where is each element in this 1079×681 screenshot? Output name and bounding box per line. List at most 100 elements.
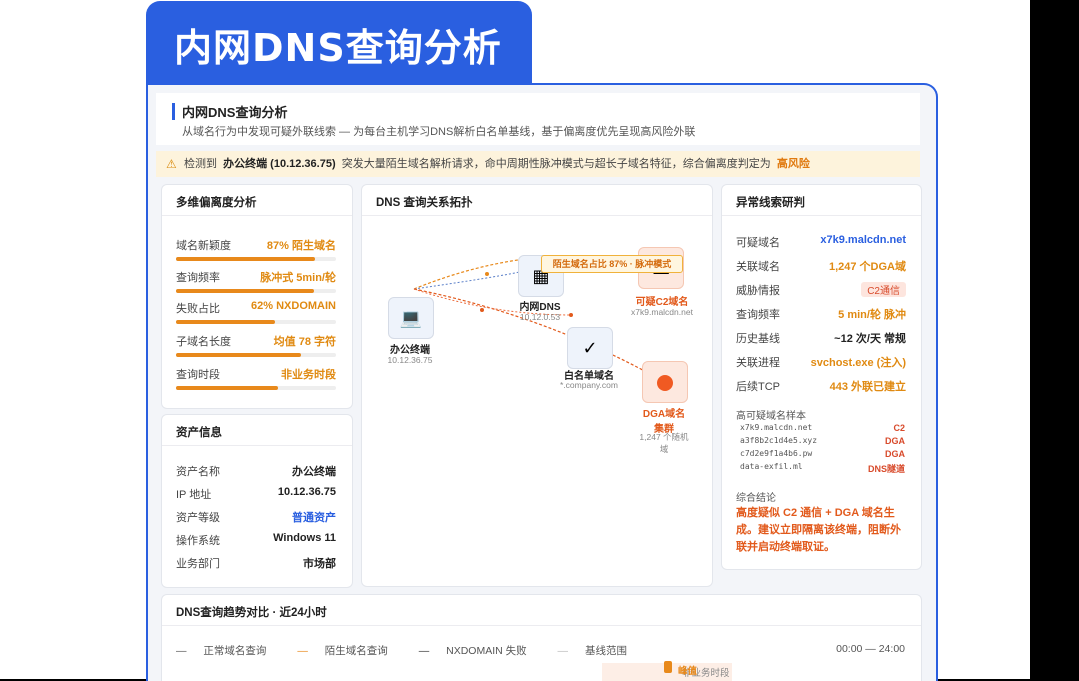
whitelist-sub: *.company.com (560, 380, 618, 390)
peak-marker (664, 661, 672, 673)
asset-key: 资产名称 (176, 466, 220, 478)
clue-value[interactable]: x7k9.malcdn.net (820, 234, 906, 246)
dot-icon (657, 375, 673, 392)
metric-label: 失败占比 (176, 303, 220, 315)
metric-label: 查询时段 (176, 369, 220, 381)
conclusion-text: 高度疑似 C2 通信 + DGA 域名生成。建议立即隔离该终端，阻断外联并启动终… (736, 507, 901, 553)
title-banner: 内网DNS查询分析 (146, 1, 532, 83)
clue-key: 历史基线 (736, 333, 780, 345)
clue-key: 查询频率 (736, 309, 780, 321)
alert-host: 办公终端 (10.12.36.75) (223, 158, 336, 170)
legend-label: 基线范围 (584, 645, 627, 657)
metric-row: 查询时段 非业务时段 (176, 366, 336, 400)
legend-label: NXDOMAIN 失败 (446, 645, 527, 657)
clue-value: C2通信 (861, 282, 906, 297)
clue-row: 可疑域名 x7k9.malcdn.net (736, 234, 906, 250)
legend-item: — 陌生域名查询 (297, 645, 388, 657)
conclusion-title: 综合结论 (736, 493, 776, 504)
office-sub: 10.12.36.75 (387, 355, 433, 365)
metric-track (176, 320, 336, 324)
header-accent-bar (172, 103, 175, 120)
sample-row: c7d2e9f1a4b6.pw DGA (740, 449, 905, 461)
sample-tag: DGA (885, 449, 905, 459)
c2-label: 可疑C2域名 (635, 297, 689, 308)
clue-row: 关联进程 svchost.exe (注入) (736, 354, 906, 370)
dashboard-frame: 内网DNS查询分析 从域名行为中发现可疑外联线索 — 为每台主机学习DNS解析白… (146, 83, 938, 681)
legend-label: 陌生域名查询 (324, 645, 388, 657)
stage: 内网DNS查询分析 内网DNS查询分析 从域名行为中发现可疑外联线索 — 为每台… (0, 0, 1079, 681)
dashboard-header: 内网DNS查询分析 从域名行为中发现可疑外联线索 — 为每台主机学习DNS解析白… (156, 93, 920, 145)
dns-sub: 10.12.0.53 (519, 312, 561, 322)
asset-key: 业务部门 (176, 558, 220, 570)
clue-value: svchost.exe (注入) (810, 357, 906, 369)
topology-tooltip: 陌生域名占比 87% · 脉冲模式 (541, 255, 683, 273)
asset-card: 资产信息 资产名称 办公终端 IP 地址 10.12.36.75 资产等级 普通资产 … (161, 414, 353, 588)
metric-track (176, 353, 336, 357)
trend-title: DNS查询趋势对比 · 近24小时 (176, 607, 327, 619)
legend-item: — 正常域名查询 (176, 645, 267, 657)
page-title: 内网DNS查询分析 (174, 26, 502, 70)
asset-value: 办公终端 (292, 466, 336, 478)
clue-key: 可疑域名 (736, 237, 780, 249)
dga-sub: 1,247 个随机域 (639, 432, 689, 454)
asset-key: 操作系统 (176, 535, 220, 547)
asset-row: IP 地址 10.12.36.75 (176, 486, 336, 502)
sample-row: x7k9.malcdn.net C2 (740, 423, 905, 435)
clue-row: 威胁情报 C2通信 (736, 282, 906, 298)
sample-row: data-exfil.ml DNS隧道 (740, 462, 905, 474)
legend-label: 正常域名查询 (203, 645, 267, 657)
whitelist-node[interactable]: ✓ (567, 327, 613, 369)
warning-icon: ⚠ (166, 157, 177, 171)
clue-row: 查询频率 5 min/轮 脉冲 (736, 306, 906, 322)
peak-label: 峰值 (678, 666, 698, 677)
asset-key: 资产等级 (176, 512, 220, 524)
metric-value: 非业务时段 (281, 369, 336, 381)
sample-tag: DNS隧道 (867, 464, 905, 474)
c2-sub: x7k9.malcdn.net (631, 307, 693, 317)
asset-key: IP 地址 (176, 489, 212, 501)
checkmark-icon: ✓ (582, 338, 598, 358)
card-divider (722, 215, 921, 216)
clue-key: 后续TCP (736, 381, 780, 393)
asset-value: 市场部 (303, 558, 336, 570)
metric-row: 域名新颖度 87% 陌生域名 (176, 237, 336, 271)
dga-node[interactable] (642, 361, 688, 403)
asset-row: 业务部门 市场部 (176, 555, 336, 571)
clue-key: 威胁情报 (736, 285, 780, 297)
sample-tag: C2 (893, 423, 905, 433)
clue-value: 443 外联已建立 (829, 381, 906, 393)
asset-value: Windows 11 (273, 532, 336, 544)
sample-domain: data-exfil.ml (740, 462, 803, 471)
clue-value: 1,247 个DGA域 (828, 261, 906, 273)
metric-fill (176, 257, 316, 261)
metric-value: 87% 陌生域名 (266, 240, 336, 252)
clue-key: 关联进程 (736, 357, 780, 369)
metric-row: 子域名长度 均值 78 字符 (176, 333, 336, 367)
metric-value: 脉冲式 5min/轮 (260, 272, 336, 284)
clue-row: 后续TCP 443 外联已建立 (736, 378, 906, 394)
sample-domain: a3f8b2c1d4e5.xyz (740, 436, 818, 445)
card-divider (162, 445, 352, 446)
asset-value: 10.12.36.75 (277, 486, 336, 498)
asset-row: 操作系统 Windows 11 (176, 532, 336, 548)
metric-fill (176, 353, 301, 357)
office-node[interactable]: 💻 (388, 297, 434, 339)
alert-level: 高风险 (776, 158, 810, 170)
metric-label: 查询频率 (176, 272, 220, 284)
trend-card: DNS查询趋势对比 · 近24小时 — 正常域名查询 — 陌生域名查询 — NX… (161, 594, 922, 681)
metric-row: 查询频率 脉冲式 5min/轮 (176, 269, 336, 303)
clue-value: ~12 次/天 常规 (834, 333, 906, 345)
metric-fill (176, 289, 314, 293)
packet-dot (480, 308, 484, 312)
trend-range: 00:00 — 24:00 (836, 643, 905, 655)
metric-fill (176, 386, 279, 390)
metric-value: 62% NXDOMAIN (251, 300, 336, 312)
sample-domain: c7d2e9f1a4b6.pw (740, 449, 813, 458)
metric-row: 失败占比 62% NXDOMAIN (176, 300, 336, 334)
edge-office-dns (413, 268, 533, 290)
metric-fill (176, 320, 276, 324)
deviation-card: 多维偏离度分析 域名新颖度 87% 陌生域名 查询频率 脉冲式 5min/轮 失… (161, 184, 353, 409)
sample-domain: x7k9.malcdn.net (740, 423, 813, 432)
asset-title: 资产信息 (176, 427, 222, 439)
legend-item: — 基线范围 (557, 645, 627, 657)
